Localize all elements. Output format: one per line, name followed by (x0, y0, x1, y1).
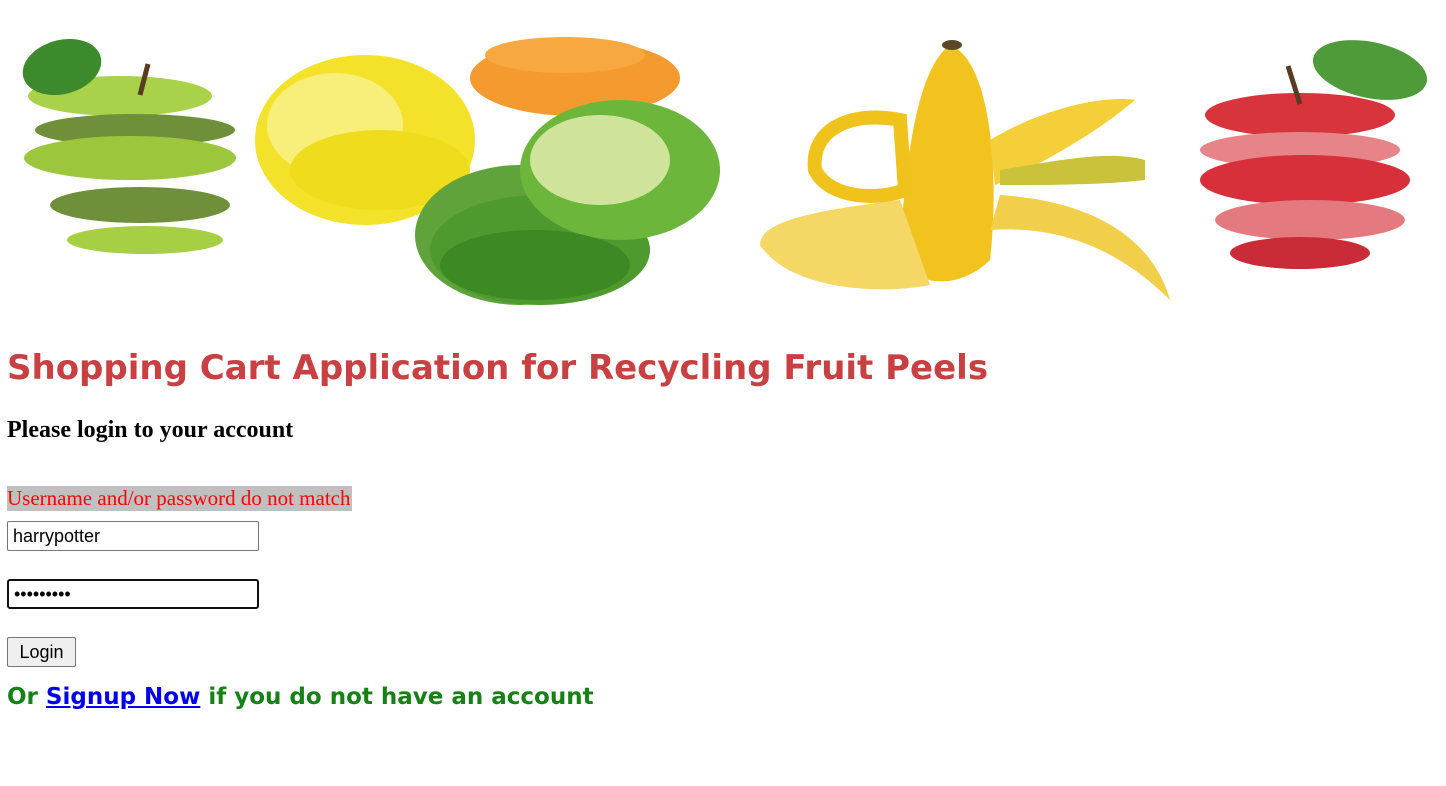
signup-suffix: if you do not have an account (200, 684, 594, 710)
green-apple-peel-image (22, 38, 236, 254)
signup-prompt: Or Signup Now if you do not have an acco… (7, 684, 594, 710)
signup-prefix: Or (7, 684, 46, 710)
red-apple-peel-image (1200, 40, 1428, 269)
signup-now-link[interactable]: Signup Now (46, 684, 200, 710)
login-subtitle: Please login to your account (7, 417, 294, 443)
login-error-message: Username and/or password do not match (7, 486, 352, 511)
page-title: Shopping Cart Application for Recycling … (7, 348, 989, 388)
login-button[interactable]: Login (7, 637, 76, 667)
banana-peel-image (760, 40, 1170, 300)
username-field[interactable] (7, 521, 259, 551)
password-field[interactable] (7, 579, 259, 609)
fruit-peels-banner (22, 37, 1428, 305)
